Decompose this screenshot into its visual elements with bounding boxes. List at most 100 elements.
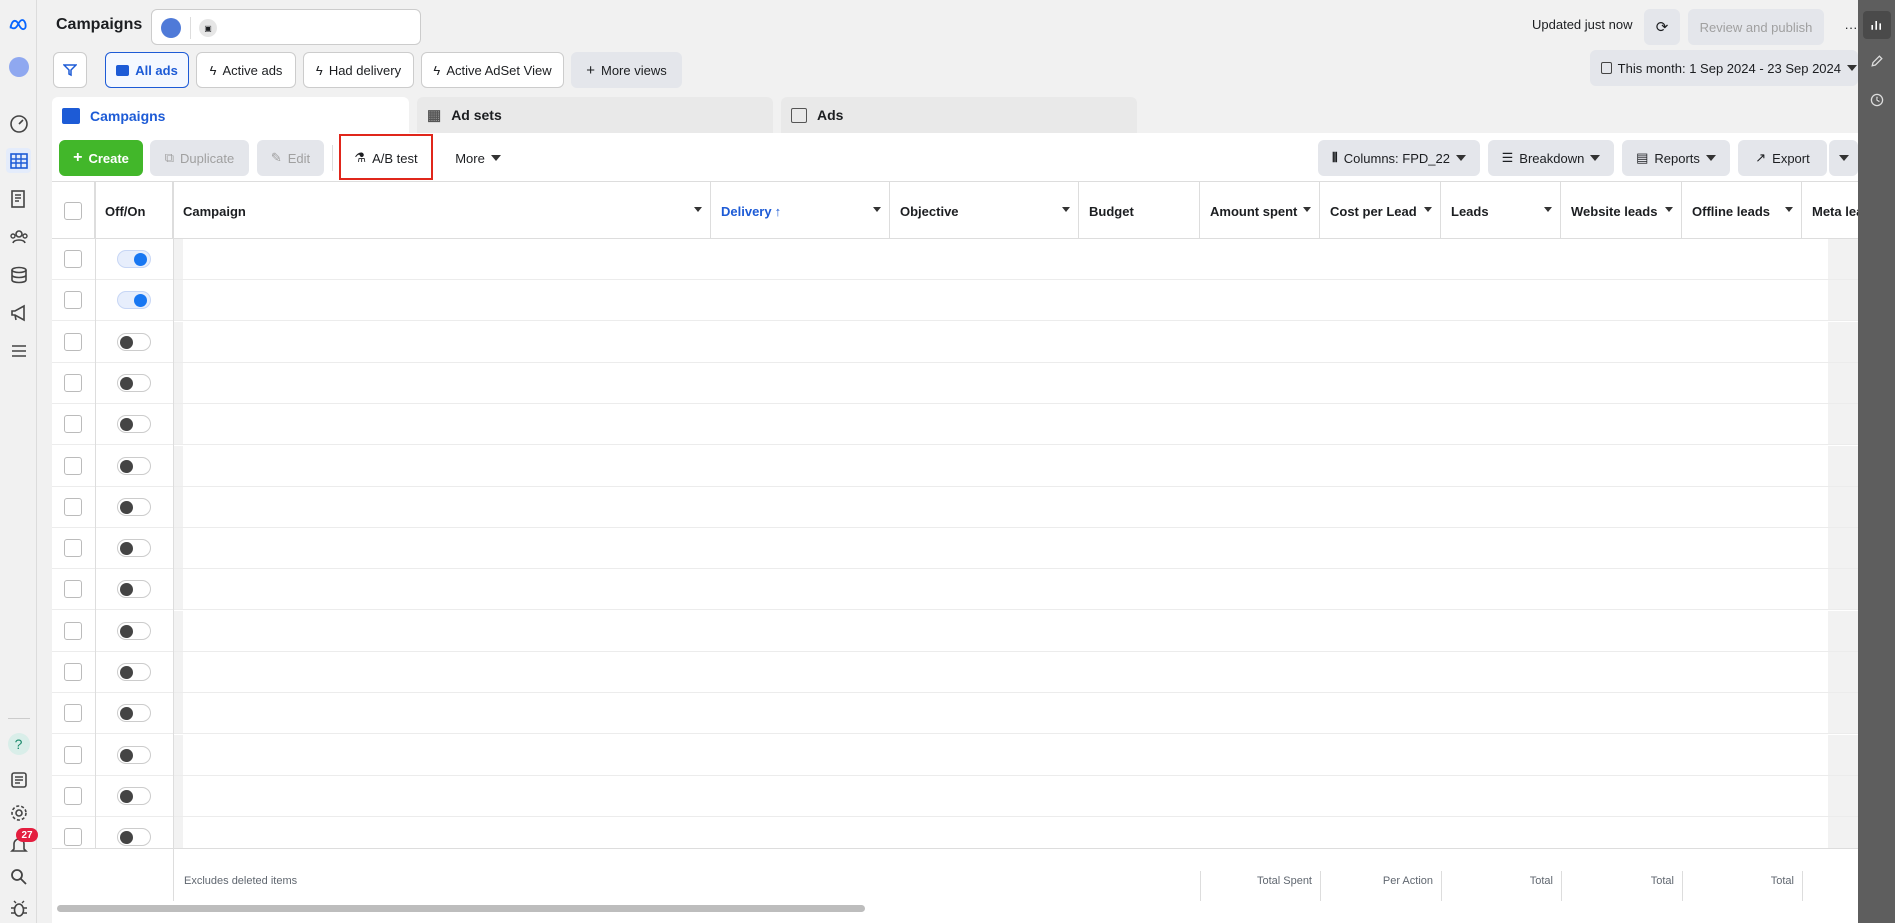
row-checkbox[interactable] (64, 621, 82, 640)
tab-ad-sets[interactable]: ▦ Ad sets (417, 97, 773, 133)
select-all-checkbox[interactable] (64, 202, 82, 220)
more-actions-label: More (455, 150, 485, 166)
column-campaign[interactable]: Campaign (173, 182, 711, 240)
edit-button[interactable]: ✎ Edit (257, 140, 324, 176)
campaign-toggle[interactable] (117, 250, 151, 268)
account-avatar[interactable] (6, 54, 31, 79)
filter-button[interactable] (53, 52, 87, 88)
table-row[interactable] (52, 445, 1858, 487)
table-row[interactable] (52, 528, 1858, 570)
account-selector[interactable]: ▣ (151, 9, 421, 45)
export-dropdown-button[interactable] (1829, 140, 1858, 176)
columns-button[interactable]: ⦀ Columns: FPD_22 (1318, 140, 1480, 176)
row-checkbox[interactable] (64, 828, 82, 847)
table-row[interactable] (52, 569, 1858, 611)
table-row[interactable] (52, 693, 1858, 735)
column-cost-per-lead[interactable]: Cost per Lead (1320, 182, 1441, 240)
row-checkbox[interactable] (64, 332, 82, 351)
ads-megaphone-icon[interactable] (6, 300, 31, 325)
meta-logo-icon[interactable] (6, 12, 31, 37)
bug-report-icon[interactable] (6, 896, 31, 921)
row-checkbox[interactable] (64, 291, 82, 310)
horizontal-scrollbar[interactable] (57, 905, 865, 912)
view-had-delivery[interactable]: ϟ Had delivery (303, 52, 414, 88)
campaigns-table-icon[interactable] (6, 148, 31, 173)
table-row[interactable] (52, 734, 1858, 776)
duplicate-button[interactable]: ⧉ Duplicate (150, 140, 249, 176)
table-row[interactable] (52, 486, 1858, 528)
table-row[interactable] (52, 404, 1858, 446)
tab-ads[interactable]: Ads (781, 97, 1137, 133)
help-icon[interactable]: ? (6, 731, 31, 756)
audiences-icon[interactable] (6, 224, 31, 249)
column-meta-leads[interactable]: Meta lea (1802, 182, 1858, 240)
search-icon[interactable] (6, 864, 31, 889)
column-off-on[interactable]: Off/On (95, 182, 173, 240)
column-website-leads[interactable]: Website leads (1561, 182, 1682, 240)
column-amount-spent[interactable]: Amount spent (1200, 182, 1320, 240)
more-views-button[interactable]: + More views (571, 52, 682, 88)
campaign-toggle[interactable] (117, 373, 151, 392)
column-objective-label: Objective (900, 203, 959, 219)
history-clock-icon[interactable] (1867, 90, 1887, 110)
view-all-ads[interactable]: All ads (105, 52, 189, 88)
settings-gear-icon[interactable] (6, 800, 31, 825)
reports-button[interactable]: ▤ Reports (1622, 140, 1730, 176)
pages-icon[interactable] (6, 186, 31, 211)
campaign-toggle[interactable] (117, 332, 151, 351)
view-active-ads[interactable]: ϟ Active ads (196, 52, 296, 88)
dashboard-icon[interactable] (6, 110, 31, 135)
campaign-toggle[interactable] (117, 580, 151, 599)
row-checkbox[interactable] (64, 373, 82, 392)
breakdown-button[interactable]: ☰ Breakdown (1488, 140, 1614, 176)
toggle-knob (120, 831, 133, 845)
column-leads[interactable]: Leads (1441, 182, 1561, 240)
campaign-toggle[interactable] (117, 415, 151, 434)
edit-pencil-icon[interactable] (1867, 51, 1887, 71)
campaign-toggle[interactable] (117, 786, 151, 805)
row-checkbox[interactable] (64, 497, 82, 516)
view-active-adset[interactable]: ϟ Active AdSet View (421, 52, 564, 88)
column-offline-leads[interactable]: Offline leads (1682, 182, 1802, 240)
row-checkbox[interactable] (64, 456, 82, 475)
row-checkbox[interactable] (64, 250, 82, 268)
column-budget[interactable]: Budget (1079, 182, 1200, 240)
column-delivery[interactable]: Delivery ↑ (711, 182, 890, 240)
row-checkbox[interactable] (64, 415, 82, 434)
campaign-toggle[interactable] (117, 745, 151, 764)
billing-icon[interactable] (6, 262, 31, 287)
table-row[interactable] (52, 280, 1858, 322)
row-checkbox[interactable] (64, 580, 82, 599)
campaign-toggle[interactable] (117, 663, 151, 681)
row-checkbox[interactable] (64, 539, 82, 558)
tab-campaigns[interactable]: Campaigns (52, 97, 409, 134)
review-publish-button[interactable]: Review and publish (1688, 9, 1824, 45)
campaign-toggle[interactable] (117, 828, 151, 847)
campaign-toggle[interactable] (117, 497, 151, 516)
table-row[interactable] (52, 239, 1858, 280)
campaign-toggle[interactable] (117, 539, 151, 558)
column-objective[interactable]: Objective (890, 182, 1079, 240)
menu-icon[interactable] (6, 338, 31, 363)
create-button[interactable]: + Create (59, 140, 143, 176)
news-icon[interactable] (6, 767, 31, 792)
campaign-toggle[interactable] (117, 704, 151, 723)
row-checkbox[interactable] (64, 786, 82, 805)
row-checkbox[interactable] (64, 663, 82, 681)
table-row[interactable] (52, 610, 1858, 652)
row-checkbox[interactable] (64, 745, 82, 764)
table-row[interactable] (52, 652, 1858, 693)
row-checkbox[interactable] (64, 704, 82, 723)
campaign-toggle[interactable] (117, 456, 151, 475)
more-options-button[interactable]: ··· (1832, 9, 1870, 45)
table-row[interactable] (52, 775, 1858, 817)
table-row[interactable] (52, 321, 1858, 363)
export-button[interactable]: ↗ Export (1738, 140, 1827, 176)
more-actions-button[interactable]: More (444, 140, 512, 176)
refresh-button[interactable]: ⟳ (1644, 9, 1680, 45)
campaign-toggle[interactable] (117, 291, 151, 310)
date-range-picker[interactable]: This month: 1 Sep 2024 - 23 Sep 2024 (1590, 50, 1858, 86)
table-row[interactable] (52, 362, 1858, 404)
campaign-toggle[interactable] (117, 621, 151, 640)
chevron-down-icon (1590, 155, 1601, 161)
